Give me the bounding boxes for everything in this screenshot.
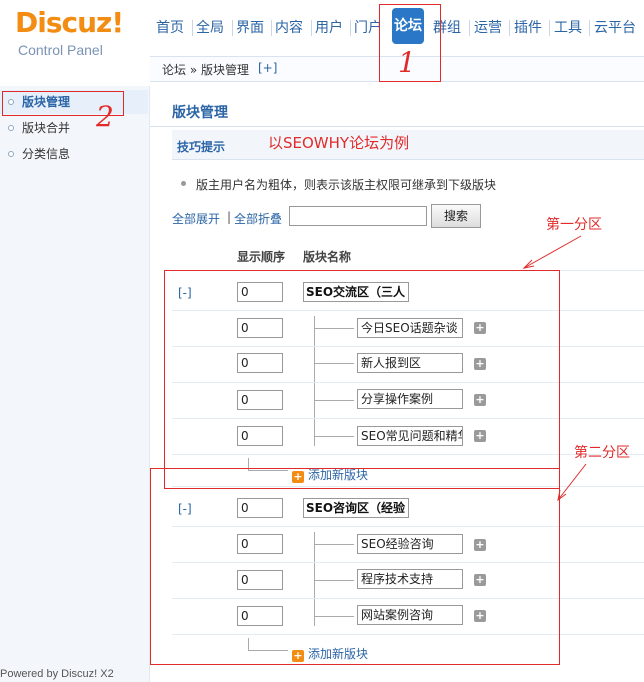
annotation-arrows xyxy=(522,235,587,502)
control-panel-page: Discuz! Control Panel 首页 全局 界面 内容 用户 门户 … xyxy=(0,0,644,682)
arrow-line xyxy=(523,235,582,269)
arrow-head xyxy=(522,259,535,269)
arrow-line xyxy=(557,463,587,501)
